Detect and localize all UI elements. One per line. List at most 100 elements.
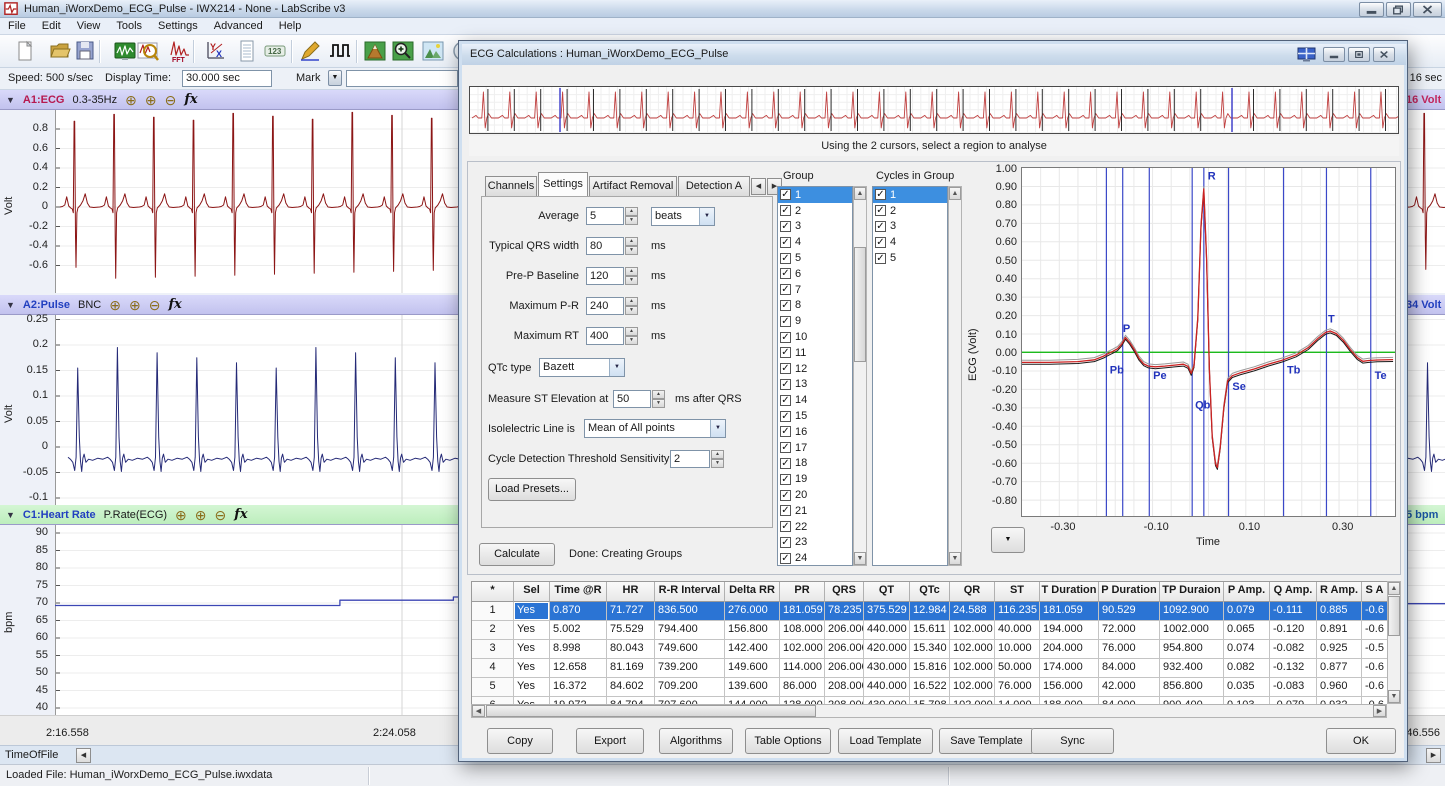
cell[interactable]: 10.000 bbox=[995, 640, 1040, 659]
checkbox-checked-icon[interactable]: ✓ bbox=[780, 363, 791, 374]
mark-dropdown-button[interactable]: ▼ bbox=[328, 70, 342, 86]
cell[interactable]: 836.500 bbox=[655, 602, 725, 621]
tab-settings[interactable]: Settings bbox=[538, 172, 588, 196]
checkbox-checked-icon[interactable]: ✓ bbox=[780, 426, 791, 437]
cell[interactable]: -0.082 bbox=[1270, 640, 1317, 659]
column-header[interactable]: Time @R bbox=[550, 582, 607, 602]
dialog-minimize-button[interactable] bbox=[1323, 47, 1345, 62]
cycle-threshold-spinner[interactable]: ▲▼ bbox=[711, 450, 724, 468]
cell[interactable]: 75.529 bbox=[607, 621, 655, 640]
cell[interactable]: 15.611 bbox=[910, 621, 950, 640]
list-item-7[interactable]: ✓7 bbox=[778, 282, 852, 298]
list-item-3[interactable]: ✓3 bbox=[873, 219, 947, 235]
table-row[interactable]: 2Yes5.00275.529794.400156.800108.000206.… bbox=[472, 621, 1387, 640]
cell[interactable]: 932.400 bbox=[1160, 659, 1224, 678]
st-elevation-spinner[interactable]: ▲▼ bbox=[652, 390, 665, 408]
autoscale-icon[interactable]: ⊕ bbox=[145, 93, 157, 107]
sync-button[interactable]: Sync bbox=[1031, 728, 1114, 754]
autoscale-icon[interactable]: ⊕ bbox=[195, 508, 207, 522]
cell[interactable]: -0.6 bbox=[1362, 678, 1387, 697]
calculate-button[interactable]: Calculate bbox=[479, 543, 555, 566]
cell[interactable]: 208.000 bbox=[825, 678, 864, 697]
zoom-in-icon[interactable]: ⊕ bbox=[109, 298, 121, 312]
qrs-width-input[interactable]: 80 bbox=[586, 237, 624, 255]
cell[interactable]: 156.000 bbox=[1040, 678, 1099, 697]
column-header[interactable]: QTc bbox=[910, 582, 950, 602]
prep-baseline-input[interactable]: 120 bbox=[586, 267, 624, 285]
new-file-icon[interactable] bbox=[12, 38, 39, 65]
cell[interactable]: 856.800 bbox=[1160, 678, 1224, 697]
cell[interactable]: 86.000 bbox=[780, 678, 825, 697]
cell[interactable]: 0.065 bbox=[1224, 621, 1270, 640]
list-item-22[interactable]: ✓22 bbox=[778, 519, 852, 535]
cell[interactable]: 128.000 bbox=[780, 697, 825, 704]
list-item-12[interactable]: ✓12 bbox=[778, 361, 852, 377]
cell[interactable]: 0.035 bbox=[1224, 678, 1270, 697]
checkbox-checked-icon[interactable]: ✓ bbox=[780, 474, 791, 485]
mark-input[interactable] bbox=[346, 70, 458, 87]
cell[interactable]: -0.132 bbox=[1270, 659, 1317, 678]
cell[interactable]: 0.925 bbox=[1317, 640, 1362, 659]
cell[interactable]: 50.000 bbox=[995, 659, 1040, 678]
cell[interactable]: 71.727 bbox=[607, 602, 655, 621]
table-vscrollbar[interactable]: ▲▼ bbox=[1387, 581, 1401, 704]
open-file-icon[interactable] bbox=[47, 38, 74, 65]
cell[interactable]: 430.000 bbox=[864, 697, 910, 704]
cell[interactable]: -0.120 bbox=[1270, 621, 1317, 640]
cell[interactable]: 0.932 bbox=[1317, 697, 1362, 704]
dialog-restore-button[interactable] bbox=[1348, 47, 1370, 62]
table-row[interactable]: 3Yes8.99880.043749.600142.400102.000206.… bbox=[472, 640, 1387, 659]
checkbox-checked-icon[interactable]: ✓ bbox=[875, 237, 886, 248]
cell[interactable]: 440.000 bbox=[864, 621, 910, 640]
cell[interactable]: Yes bbox=[514, 621, 550, 640]
time-mode-tab[interactable]: TimeOfFile bbox=[5, 749, 58, 761]
algorithms-button[interactable]: Algorithms bbox=[659, 728, 733, 754]
list-item-11[interactable]: ✓11 bbox=[778, 345, 852, 361]
cell[interactable]: 420.000 bbox=[864, 640, 910, 659]
checkbox-checked-icon[interactable]: ✓ bbox=[780, 442, 791, 453]
cell[interactable]: 1002.000 bbox=[1160, 621, 1224, 640]
cell[interactable]: 116.235 bbox=[995, 602, 1040, 621]
cycle-threshold-input[interactable]: 2 bbox=[670, 450, 710, 468]
table-hscrollbar[interactable]: ◀▶ bbox=[471, 704, 1387, 718]
cell[interactable]: 15.798 bbox=[910, 697, 950, 704]
column-header[interactable]: ST bbox=[995, 582, 1040, 602]
cell[interactable]: 102.000 bbox=[950, 697, 995, 704]
cell[interactable]: 16.522 bbox=[910, 678, 950, 697]
copy-button[interactable]: Copy bbox=[487, 728, 553, 754]
max-pr-input[interactable]: 240 bbox=[586, 297, 624, 315]
cell[interactable]: 80.043 bbox=[607, 640, 655, 659]
column-header[interactable]: Q Amp. bbox=[1270, 582, 1317, 602]
list-item-4[interactable]: ✓4 bbox=[873, 234, 947, 250]
zoom-in-icon[interactable] bbox=[390, 38, 417, 65]
cell[interactable]: 90.529 bbox=[1099, 602, 1160, 621]
zoom-out-icon[interactable]: ⊖ bbox=[165, 93, 177, 107]
list-item-13[interactable]: ✓13 bbox=[778, 377, 852, 393]
ok-button[interactable]: OK bbox=[1326, 728, 1396, 754]
export-button[interactable]: Export bbox=[576, 728, 644, 754]
list-item-8[interactable]: ✓8 bbox=[778, 298, 852, 314]
cell[interactable]: -0.6 bbox=[1362, 659, 1387, 678]
cell[interactable]: 84.000 bbox=[1099, 697, 1160, 704]
xy-plot-icon[interactable]: YX bbox=[202, 38, 229, 65]
cell[interactable]: 42.000 bbox=[1099, 678, 1160, 697]
collapse-icon[interactable]: ▼ bbox=[6, 510, 15, 520]
cell[interactable]: 0.877 bbox=[1317, 659, 1362, 678]
cell[interactable]: 12.984 bbox=[910, 602, 950, 621]
checkbox-checked-icon[interactable]: ✓ bbox=[780, 537, 791, 548]
cell[interactable]: Yes bbox=[514, 640, 550, 659]
save-template-button[interactable]: Save Template bbox=[939, 728, 1034, 754]
cell[interactable]: 19.972 bbox=[550, 697, 607, 704]
column-header[interactable]: Delta RR bbox=[725, 582, 780, 602]
menu-edit[interactable]: Edit bbox=[34, 18, 69, 35]
list-item-14[interactable]: ✓14 bbox=[778, 392, 852, 408]
checkbox-checked-icon[interactable]: ✓ bbox=[780, 490, 791, 501]
list-item-5[interactable]: ✓5 bbox=[873, 250, 947, 266]
column-header[interactable]: S A bbox=[1362, 582, 1387, 602]
cell[interactable]: 0.870 bbox=[550, 602, 607, 621]
checkbox-checked-icon[interactable]: ✓ bbox=[780, 316, 791, 327]
cell[interactable]: 81.169 bbox=[607, 659, 655, 678]
cell[interactable]: 142.400 bbox=[725, 640, 780, 659]
cell[interactable]: 440.000 bbox=[864, 678, 910, 697]
cell[interactable]: 375.529 bbox=[864, 602, 910, 621]
